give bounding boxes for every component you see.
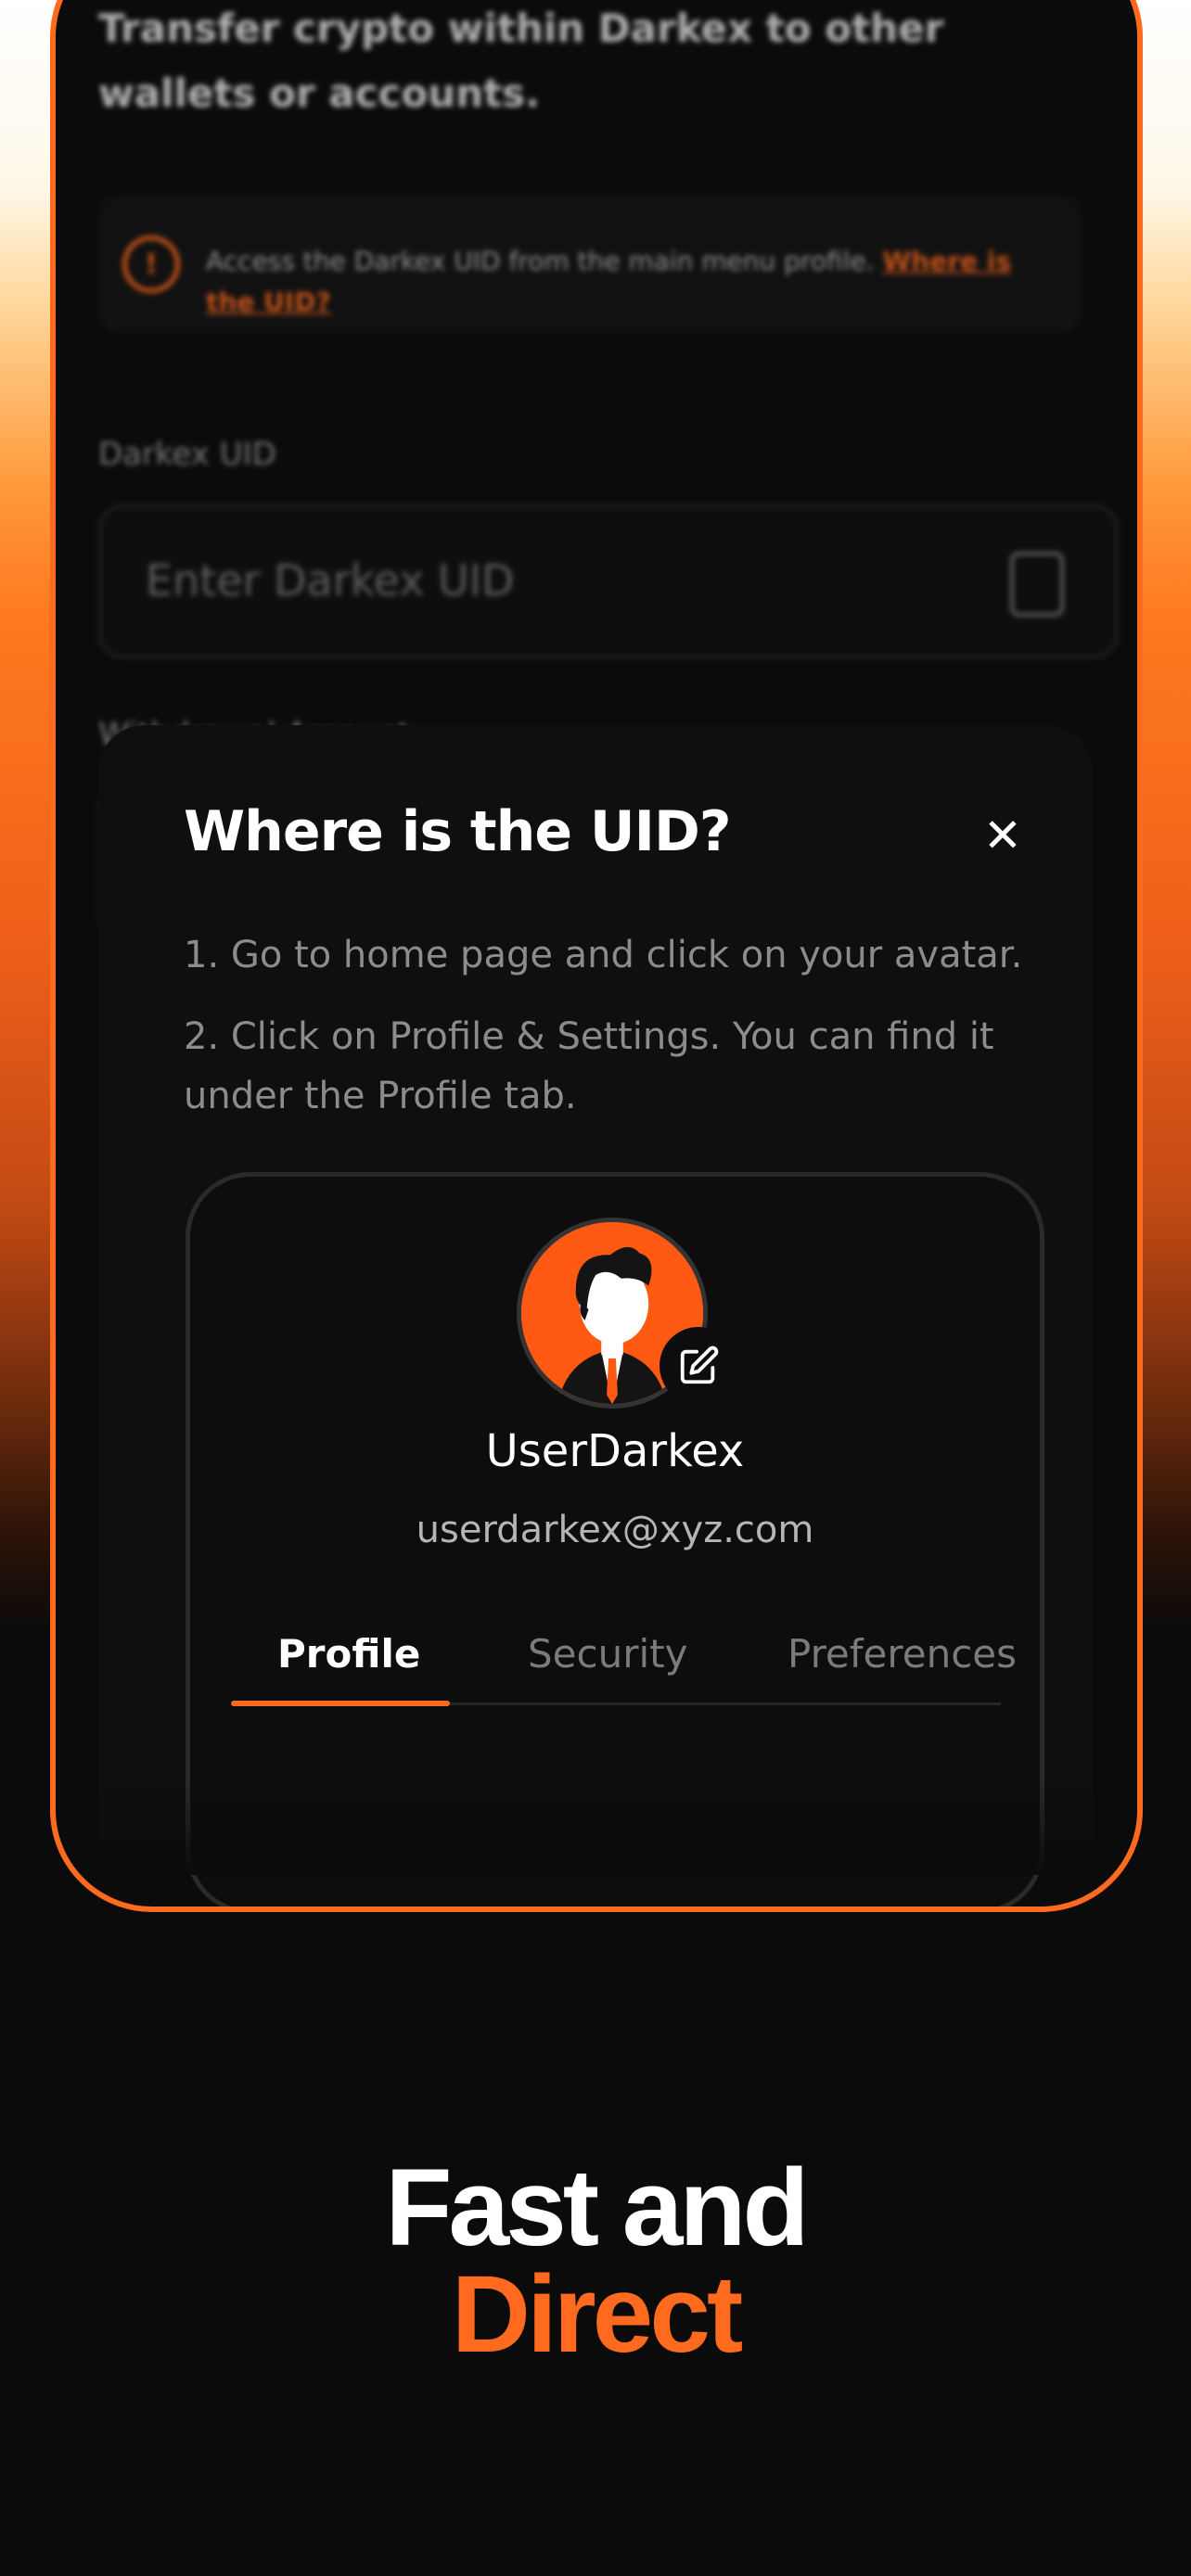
uid-info-message: Access the Darkex UID from the main menu… <box>206 246 875 276</box>
uid-info-banner: ! Access the Darkex UID from the main me… <box>98 195 1082 334</box>
profile-username: UserDarkex <box>485 1425 745 1477</box>
tab-security[interactable]: Security <box>528 1631 687 1677</box>
headline-line-2: Direct <box>451 2253 743 2376</box>
uid-info-text: Access the Darkex UID from the main menu… <box>206 241 1059 323</box>
uid-input[interactable]: Enter Darkex UID <box>98 504 1119 658</box>
close-icon[interactable]: ✕ <box>980 812 1026 859</box>
modal-bottom-fade <box>98 1782 1093 1875</box>
uid-input-placeholder: Enter Darkex UID <box>146 555 515 606</box>
tab-profile[interactable]: Profile <box>277 1631 420 1677</box>
step-2: 2. Click on Profile & Settings. You can … <box>184 1015 994 1117</box>
phone-frame: Transfer crypto within Darkex to other w… <box>50 0 1143 1912</box>
where-is-uid-modal: Where is the UID? ✕ 1. Go to home page a… <box>98 725 1093 1906</box>
headline-line-1: Fast and <box>385 2147 809 2269</box>
step-1: 1. Go to home page and click on your ava… <box>184 934 1023 976</box>
tab-preferences[interactable]: Preferences <box>788 1631 1017 1677</box>
profile-tabs: Profile Security Preferences <box>231 1631 1017 1706</box>
profile-email: userdarkex@xyz.com <box>416 1509 814 1551</box>
active-tab-indicator <box>231 1701 450 1706</box>
modal-title: Where is the UID? <box>184 799 732 864</box>
edit-avatar-button[interactable] <box>660 1327 737 1405</box>
uid-label: Darkex UID <box>98 436 276 473</box>
edit-icon <box>680 1345 719 1384</box>
scan-icon[interactable] <box>1010 552 1064 617</box>
info-icon: ! <box>122 236 180 293</box>
transfer-description: Transfer crypto within Darkex to other w… <box>98 6 944 116</box>
